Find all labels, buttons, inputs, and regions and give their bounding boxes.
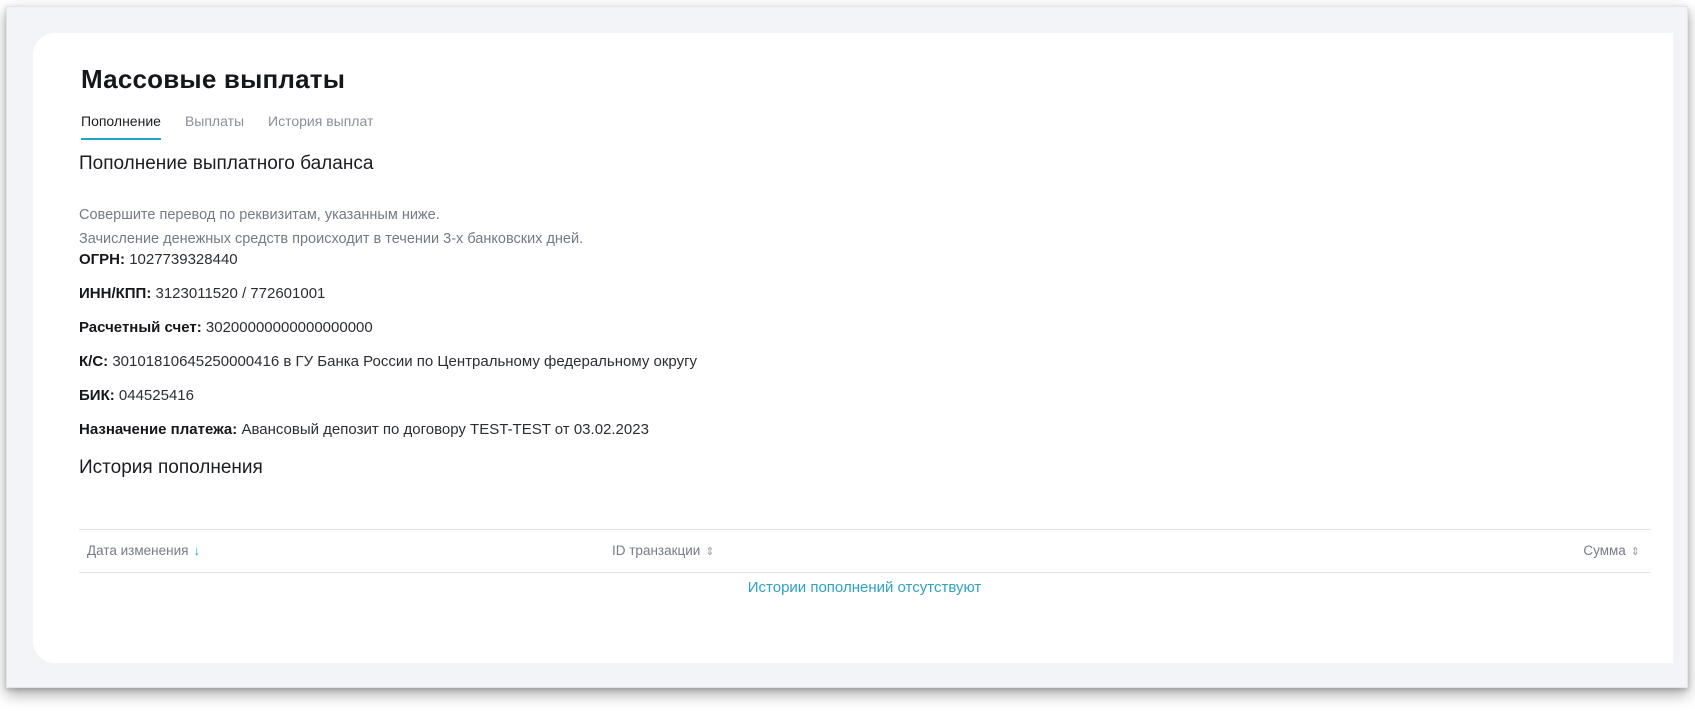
field-payment-purpose: Назначение платежа: Авансовый депозит по…: [79, 421, 649, 438]
field-value: Авансовый депозит по договору TEST-TEST …: [241, 421, 649, 438]
field-bik: БИК: 044525416: [79, 387, 194, 404]
column-label: Дата изменения: [87, 543, 189, 558]
field-ogrn: ОГРН: 1027739328440: [79, 251, 238, 268]
topup-description: Совершите перевод по реквизитам, указанн…: [79, 203, 583, 251]
tab-payouts[interactable]: Выплаты: [185, 113, 244, 140]
topup-section-title: Пополнение выплатного баланса: [79, 153, 374, 174]
tab-payout-history[interactable]: История выплат: [268, 113, 373, 140]
field-value: 044525416: [118, 387, 194, 404]
field-label: К/С:: [79, 353, 109, 370]
tab-bar: Пополнение Выплаты История выплат: [81, 113, 373, 140]
column-header-amount[interactable]: Сумма ⇕: [1583, 543, 1640, 558]
description-line: Зачисление денежных средств происходит в…: [79, 231, 584, 247]
column-header-date[interactable]: Дата изменения ↓: [87, 543, 200, 558]
field-value: 3123011520 / 772601001: [155, 285, 326, 302]
field-account: Расчетный счет: 30200000000000000000: [79, 319, 373, 336]
column-label: Сумма: [1583, 543, 1626, 558]
field-label: ОГРН:: [79, 251, 126, 268]
field-label: Назначение платежа:: [79, 421, 238, 438]
column-label: ID транзакции: [612, 543, 701, 558]
page-title: Массовые выплаты: [81, 64, 346, 94]
field-value: 30200000000000000000: [205, 319, 373, 336]
tab-topup[interactable]: Пополнение: [81, 113, 161, 140]
table-header: Дата изменения ↓ ID транзакции ⇕ Сумма ⇕: [79, 529, 1650, 573]
field-label: ИНН/КПП:: [79, 285, 152, 302]
field-value: 30101810645250000416 в ГУ Банка России п…: [112, 353, 698, 370]
empty-state-message: Истории пополнений отсутствуют: [747, 579, 982, 596]
field-label: БИК:: [79, 387, 115, 404]
field-value: 1027739328440: [129, 251, 238, 268]
description-line: Совершите перевод по реквизитам, указанн…: [79, 207, 440, 223]
field-corr-account: К/С: 30101810645250000416 в ГУ Банка Рос…: [79, 353, 697, 370]
arrow-down-icon: ↓: [193, 543, 200, 558]
field-inn-kpp: ИНН/КПП: 3123011520 / 772601001: [79, 285, 325, 302]
history-table: Дата изменения ↓ ID транзакции ⇕ Сумма ⇕ Ис…: [79, 529, 1650, 596]
sort-icon: ⇕: [705, 546, 715, 558]
column-header-transaction-id[interactable]: ID транзакции ⇕: [612, 543, 715, 558]
history-section-title: История пополнения: [79, 457, 263, 478]
sort-icon: ⇕: [1630, 546, 1640, 558]
field-label: Расчетный счет:: [79, 319, 202, 336]
